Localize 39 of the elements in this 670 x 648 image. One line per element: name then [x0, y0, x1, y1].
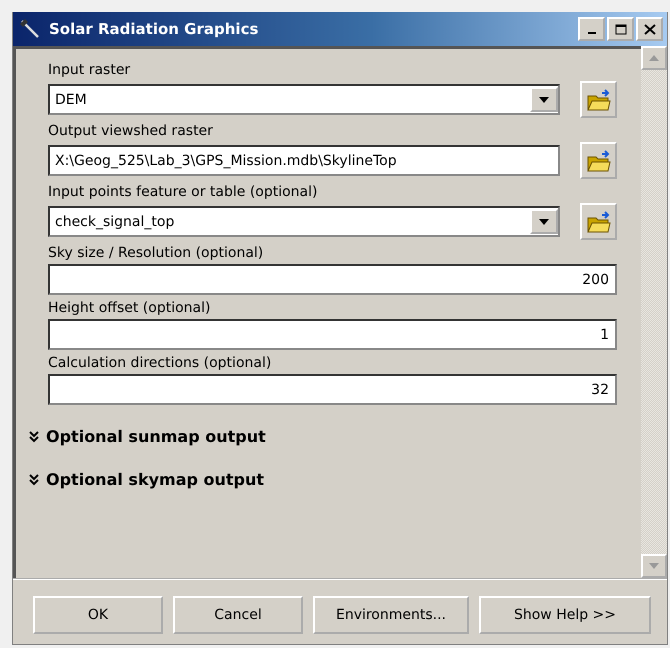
minimize-icon	[588, 32, 596, 34]
field-label: Input raster	[48, 61, 132, 79]
section-toggle[interactable]: Optional skymap output	[28, 458, 617, 501]
dropdown-field[interactable]: DEM	[48, 84, 560, 115]
scroll-up-icon	[649, 55, 659, 61]
browse-button[interactable]	[580, 142, 617, 179]
scroll-down-icon	[649, 563, 659, 569]
maximize-button[interactable]	[607, 17, 634, 41]
close-icon	[644, 24, 656, 34]
browse-button[interactable]	[580, 203, 617, 240]
dialog-button[interactable]: Show Help >>	[479, 596, 651, 634]
expand-chevron-icon	[28, 474, 40, 486]
scrollbar[interactable]	[641, 46, 667, 578]
dialog-button[interactable]: OK	[33, 596, 163, 634]
browse-button[interactable]	[580, 81, 617, 118]
input-field[interactable]: 200	[48, 264, 617, 295]
folder-icon	[586, 88, 612, 112]
dropdown-arrow-icon	[539, 218, 549, 224]
window-title: Solar Radiation Graphics	[49, 20, 260, 38]
folder-icon	[586, 210, 612, 234]
expand-chevron-icon	[28, 430, 40, 442]
field-label: Height offset (optional)	[48, 299, 212, 317]
maximize-icon	[614, 24, 626, 34]
dropdown-field[interactable]: check_signal_top	[48, 206, 560, 237]
input-field[interactable]: 1	[48, 319, 617, 350]
field-label: Output viewshed raster	[48, 122, 214, 140]
minimize-button[interactable]	[578, 17, 605, 41]
dialog-button[interactable]: Cancel	[173, 596, 303, 634]
folder-icon	[586, 148, 612, 172]
close-button[interactable]	[636, 17, 663, 41]
field-label: Input points feature or table (optional)	[48, 183, 318, 201]
input-field[interactable]: 32	[48, 374, 617, 405]
dialog-button[interactable]: Environments...	[313, 596, 469, 634]
dropdown-arrow-icon	[539, 96, 549, 102]
hammer-icon	[19, 18, 41, 40]
field-label: Calculation directions (optional)	[48, 354, 272, 372]
section-toggle[interactable]: Optional sunmap output	[28, 415, 617, 458]
field-label: Sky size / Resolution (optional)	[48, 244, 264, 262]
input-field[interactable]: X:\Geog_525\Lab_3\GPS_Mission.mdb\SkylineTop	[48, 145, 560, 176]
